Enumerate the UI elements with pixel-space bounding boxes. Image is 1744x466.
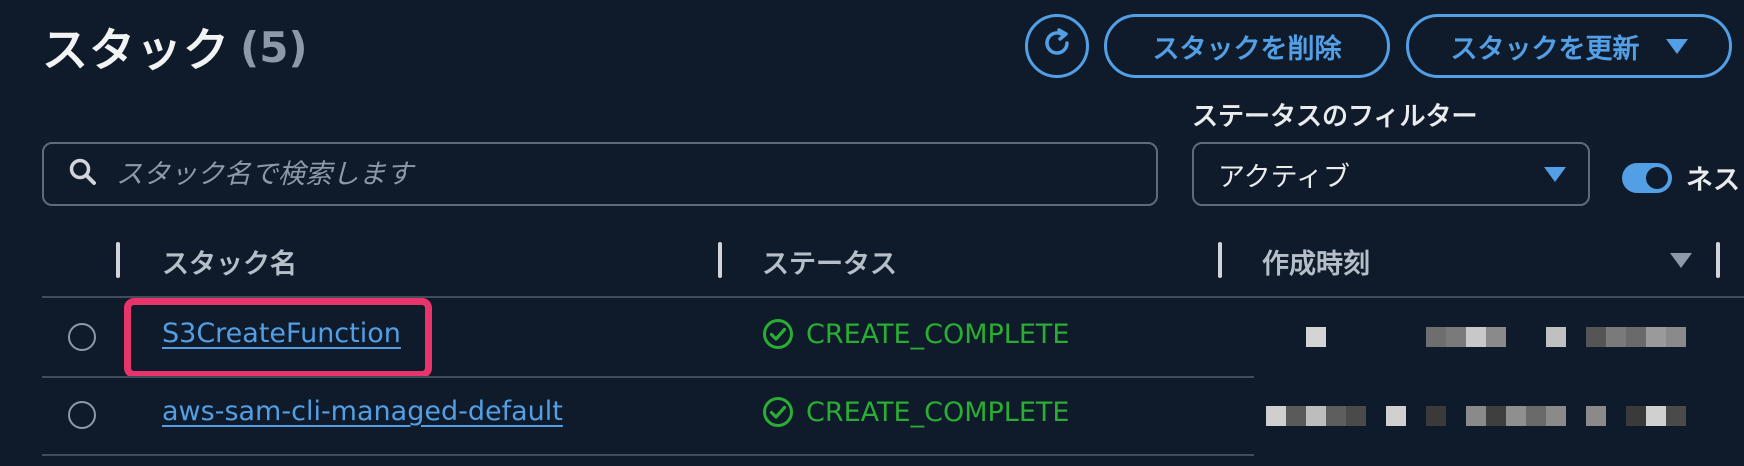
status-cell: CREATE_COMPLETE: [762, 318, 1069, 350]
row-divider: [42, 454, 1254, 456]
delete-stack-label: スタックを削除: [1152, 33, 1342, 65]
column-divider[interactable]: [1218, 242, 1222, 278]
page-title: スタック: [42, 23, 230, 77]
search-icon: [68, 157, 98, 191]
redacted-timestamp: [1306, 327, 1686, 347]
update-stack-label: スタックを更新: [1450, 33, 1640, 65]
highlight-annotation: [124, 298, 432, 378]
status-text: CREATE_COMPLETE: [806, 396, 1070, 428]
status-filter-label: ステータスのフィルター: [1192, 102, 1478, 132]
status-cell: CREATE_COMPLETE: [762, 396, 1069, 428]
column-divider[interactable]: [116, 242, 120, 278]
delete-stack-button[interactable]: スタックを削除: [1104, 14, 1390, 78]
status-text: CREATE_COMPLETE: [806, 318, 1070, 350]
column-header-stack-name[interactable]: スタック名: [162, 242, 297, 281]
stack-name-link[interactable]: aws-sam-cli-managed-default: [162, 396, 563, 427]
toggle-label: ネス: [1686, 165, 1740, 196]
caret-down-icon: [1665, 38, 1688, 54]
refresh-icon: [1040, 26, 1074, 67]
column-header-status[interactable]: ステータス: [762, 242, 897, 281]
caret-down-icon: [1544, 166, 1566, 182]
check-circle-icon: [762, 396, 794, 428]
toggle-knob: [1646, 166, 1668, 189]
refresh-button[interactable]: [1025, 14, 1089, 78]
column-header-created[interactable]: 作成時刻: [1262, 242, 1370, 281]
row-divider: [42, 376, 1254, 378]
nested-toggle[interactable]: ネス: [1622, 158, 1740, 197]
redacted-timestamp: [1266, 406, 1686, 426]
search-input[interactable]: [114, 157, 1118, 191]
toggle-switch[interactable]: [1622, 162, 1672, 193]
search-box[interactable]: [42, 142, 1158, 206]
check-circle-icon: [762, 318, 794, 350]
stack-count: (5): [240, 22, 308, 72]
row-select-radio[interactable]: [68, 323, 96, 351]
page-header: スタック (5): [42, 12, 308, 82]
status-filter-select[interactable]: アクティブ: [1192, 142, 1590, 206]
status-filter-value: アクティブ: [1218, 161, 1351, 193]
column-divider[interactable]: [718, 242, 722, 278]
sort-descending-icon[interactable]: [1670, 253, 1692, 268]
row-select-radio[interactable]: [68, 401, 96, 429]
update-stack-button[interactable]: スタックを更新: [1406, 14, 1732, 78]
column-divider[interactable]: [1716, 242, 1720, 278]
